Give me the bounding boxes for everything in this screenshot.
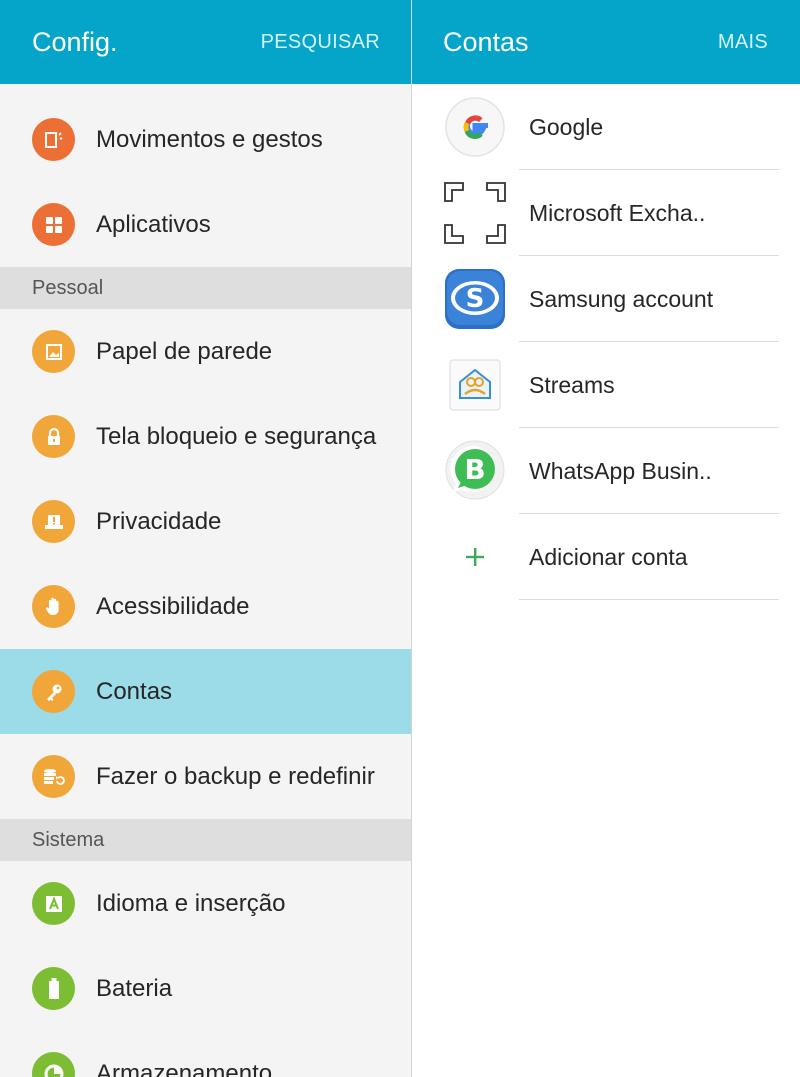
streams-icon [444,354,506,416]
account-name: Samsung account [529,285,714,312]
settings-item-movimentos[interactable]: Movimentos e gestos [0,97,411,182]
battery-icon [32,967,75,1010]
settings-item-tela-bloqueio[interactable]: Tela bloqueio e segurança [0,394,411,479]
account-item-whatsapp-business[interactable]: B WhatsApp Busin.. [412,428,800,514]
settings-item-label: Acessibilidade [96,592,250,620]
settings-item-label: Idioma e inserção [96,889,286,917]
section-header-sistema: Sistema [0,819,411,861]
add-account-button[interactable]: Adicionar conta [412,514,800,600]
account-item-google[interactable]: Google [412,84,800,170]
account-item-samsung[interactable]: S Samsung account [412,256,800,342]
samsung-account-icon: S [444,268,506,330]
settings-item-label: Armazenamento [96,1059,273,1077]
svg-text:B: B [464,453,485,486]
plus-icon [444,526,506,588]
settings-item-label: Papel de parede [96,337,273,365]
account-name: Streams [529,371,615,398]
whatsapp-business-icon: B [444,440,506,502]
settings-item-bateria[interactable]: Bateria [0,946,411,1031]
backup-restore-icon [32,755,75,798]
accounts-app-bar: Contas MAIS [412,0,800,84]
search-button[interactable]: PESQUISAR [261,31,380,54]
settings-title: Config. [32,26,118,57]
account-item-microsoft-exchange[interactable]: Microsoft Excha.. [412,170,800,256]
key-icon [32,670,75,713]
settings-panel: Config. PESQUISAR Movimentos e gestos Ap… [0,0,411,1077]
accounts-panel: Contas MAIS Google Microsoft Excha.. S S… [412,0,800,1077]
section-header-pessoal: Pessoal [0,267,411,309]
settings-app-bar: Config. PESQUISAR [0,0,411,84]
settings-item-aplicativos[interactable]: Aplicativos [0,182,411,267]
settings-item-label: Contas [96,677,173,705]
account-name: Microsoft Excha.. [529,199,706,226]
hand-icon [32,585,75,628]
apps-grid-icon [32,203,75,246]
settings-item-label: Privacidade [96,507,222,535]
settings-item-backup[interactable]: Fazer o backup e redefinir [0,734,411,819]
settings-item-idioma[interactable]: Idioma e inserção [0,861,411,946]
exchange-frame-icon [444,182,506,244]
row-divider [519,599,779,600]
gesture-icon [32,118,75,161]
storage-pie-icon [32,1052,75,1077]
accounts-title: Contas [443,26,529,57]
google-logo-icon [444,96,506,158]
settings-item-papel-de-parede[interactable]: Papel de parede [0,309,411,394]
account-name: Adicionar conta [529,543,688,570]
settings-item-privacidade[interactable]: Privacidade [0,479,411,564]
account-name: Google [529,113,604,140]
settings-item-label: Movimentos e gestos [96,125,323,153]
account-item-streams[interactable]: Streams [412,342,800,428]
svg-text:S: S [466,284,485,314]
more-button[interactable]: MAIS [718,31,768,54]
wallpaper-icon [32,330,75,373]
settings-item-label: Fazer o backup e redefinir [96,762,375,790]
privacy-alert-icon [32,500,75,543]
lock-icon [32,415,75,458]
account-name: WhatsApp Busin.. [529,457,712,484]
settings-item-acessibilidade[interactable]: Acessibilidade [0,564,411,649]
settings-item-armazenamento[interactable]: Armazenamento [0,1031,411,1077]
settings-item-label: Aplicativos [96,210,211,238]
settings-item-label: Bateria [96,974,173,1002]
settings-item-label: Tela bloqueio e segurança [96,422,377,450]
settings-item-contas[interactable]: Contas [0,649,411,734]
language-a-icon [32,882,75,925]
